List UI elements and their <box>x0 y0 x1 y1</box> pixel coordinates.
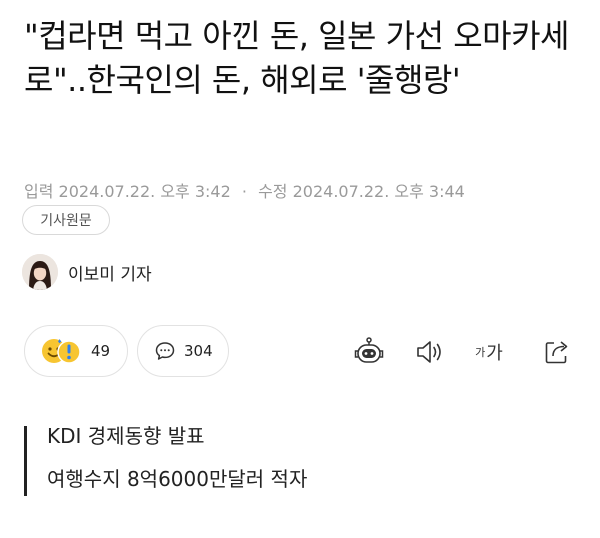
font-size-button[interactable]: 가가 <box>472 335 506 369</box>
font-small-glyph: 가 <box>475 346 486 359</box>
comment-icon <box>155 342 175 360</box>
ai-summary-button[interactable] <box>352 335 386 369</box>
article-summary: KDI 경제동향 발표 여행수지 8억6000만달러 적자 <box>24 426 307 496</box>
speaker-icon <box>417 341 441 363</box>
reaction-count: 49 <box>91 342 111 360</box>
avatar-image <box>22 254 58 290</box>
original-article-button[interactable]: 기사원문 <box>22 205 110 235</box>
font-large-glyph: 가 <box>486 343 503 364</box>
published-time: 2024.07.22. 오후 3:42 <box>58 182 231 201</box>
reaction-button[interactable]: 49 <box>24 325 128 377</box>
summary-line: KDI 경제동향 발표 <box>47 424 205 448</box>
text-to-speech-button[interactable] <box>412 335 446 369</box>
robot-icon <box>354 337 384 363</box>
summary-line: 여행수지 8억6000만달러 적자 <box>47 467 308 491</box>
author-row[interactable]: 이보미 기자 <box>22 254 152 290</box>
reaction-emoji-icons <box>42 339 81 364</box>
modified-label: 수정 <box>258 182 288 201</box>
author-avatar[interactable] <box>22 254 58 290</box>
comment-button[interactable]: 304 <box>137 325 229 377</box>
share-icon <box>545 341 568 364</box>
modified-time: 2024.07.22. 오후 3:44 <box>292 182 465 201</box>
headline: "컵라면 먹고 아낀 돈, 일본 가선 오마카세로"..한국인의 돈, 해외로 … <box>24 17 569 99</box>
date-separator: · <box>241 182 247 201</box>
share-button[interactable] <box>540 335 574 369</box>
author-name[interactable]: 이보미 기자 <box>68 260 152 285</box>
comment-count: 304 <box>184 342 213 360</box>
dateline: 입력 2024.07.22. 오후 3:42 · 수정 2024.07.22. … <box>24 178 465 202</box>
published-label: 입력 <box>24 182 54 201</box>
